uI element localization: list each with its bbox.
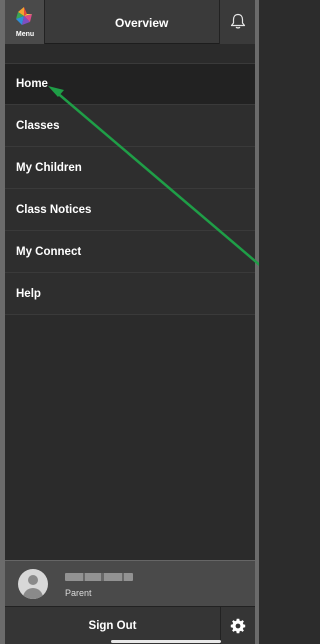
user-name-redacted xyxy=(65,573,133,581)
bell-icon xyxy=(230,13,246,29)
user-panel: Parent xyxy=(5,560,255,606)
nav-item-classes[interactable]: Classes xyxy=(5,105,255,147)
nav-item-home[interactable]: Home xyxy=(5,63,255,105)
nav-item-class-notices[interactable]: Class Notices xyxy=(5,189,255,231)
user-role: Parent xyxy=(65,588,92,598)
gear-icon xyxy=(230,618,246,634)
nav-item-help[interactable]: Help xyxy=(5,273,255,315)
bottom-bar: Sign Out xyxy=(5,606,255,644)
settings-button[interactable] xyxy=(221,607,255,644)
app-header: Menu Overview xyxy=(5,0,255,44)
avatar-icon xyxy=(18,569,48,599)
notifications-button[interactable] xyxy=(219,0,255,44)
page-title: Overview xyxy=(115,16,169,30)
nav-item-my-children[interactable]: My Children xyxy=(5,147,255,189)
home-indicator xyxy=(111,640,221,643)
app-logo-icon xyxy=(16,7,32,25)
sign-out-button[interactable]: Sign Out xyxy=(5,607,221,644)
menu-label: Menu xyxy=(15,31,35,38)
nav-item-my-connect[interactable]: My Connect xyxy=(5,231,255,273)
sidebar-nav: Home Classes My Children Class Notices M… xyxy=(5,63,255,315)
menu-button[interactable]: Menu xyxy=(5,0,45,44)
